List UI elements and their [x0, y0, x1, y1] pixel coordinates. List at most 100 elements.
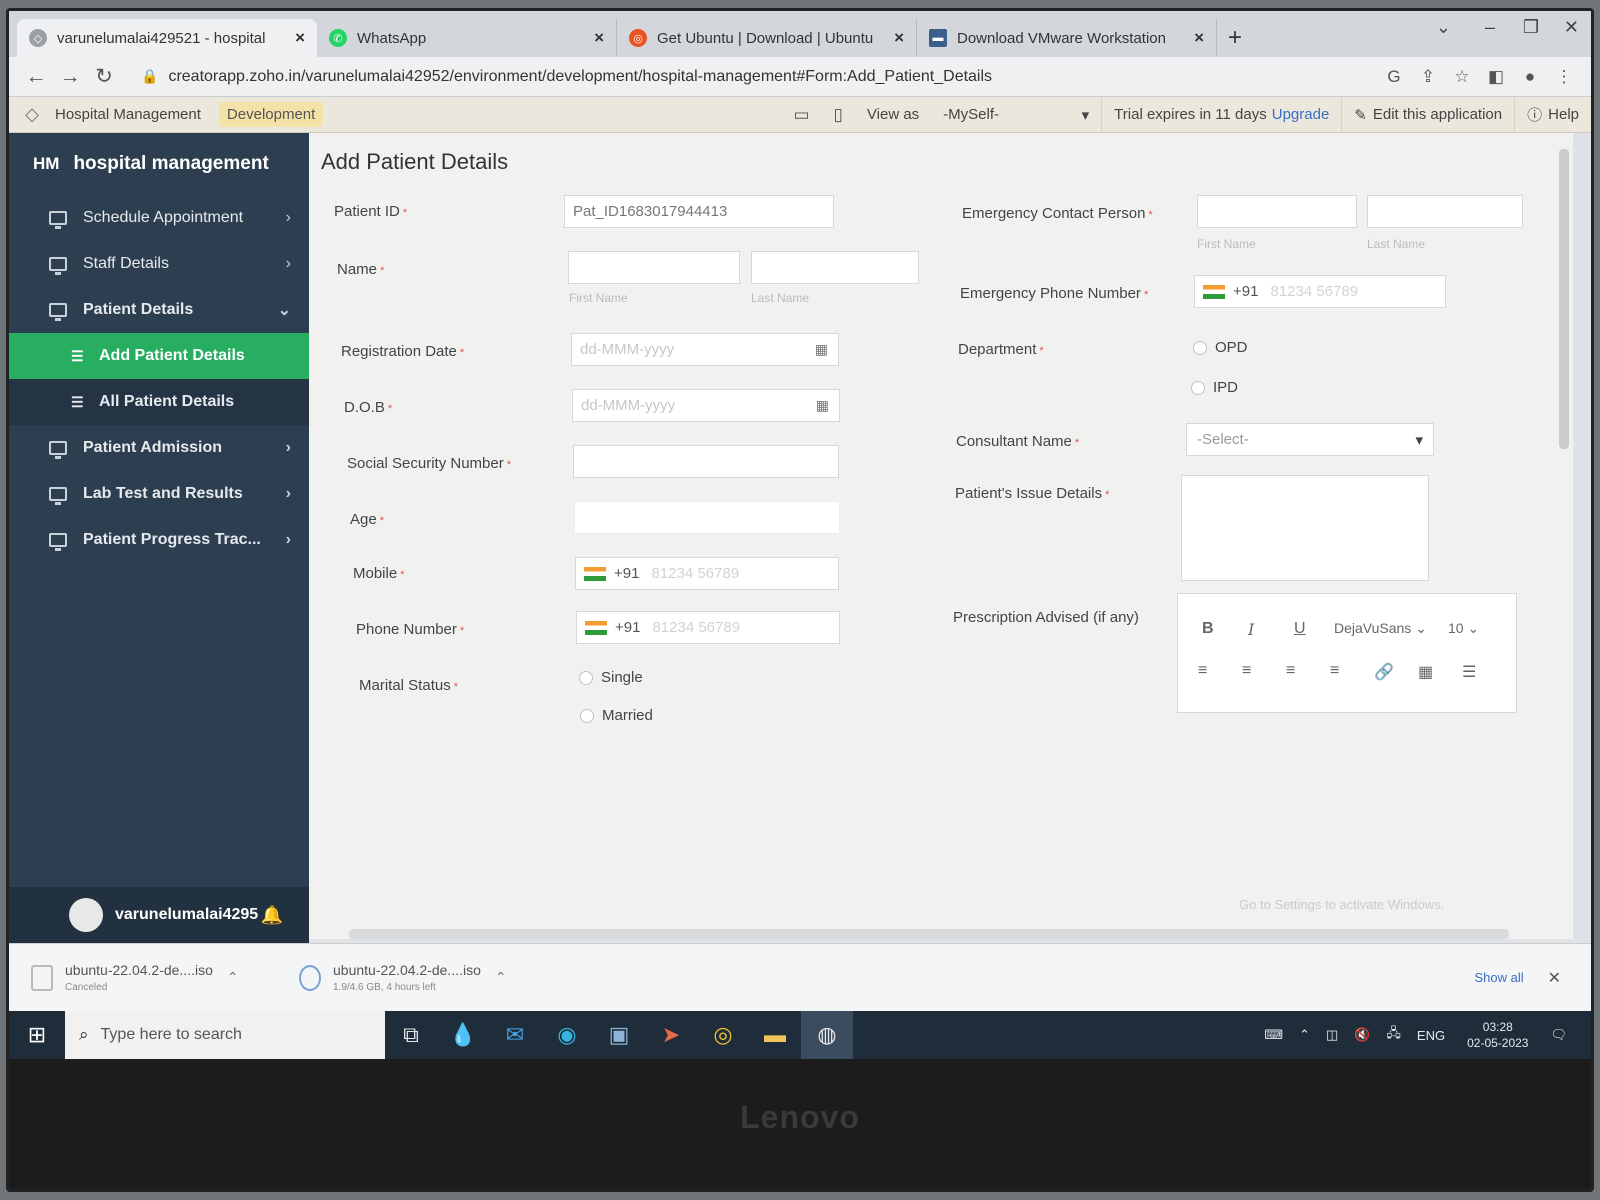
registration-date-input[interactable]: dd-MMM-yyyy ▦ — [571, 333, 839, 366]
tab-ubuntu[interactable]: ◎ Get Ubuntu | Download | Ubuntu × — [617, 19, 917, 57]
tab-vmware[interactable]: ▬ Download VMware Workstation × — [917, 19, 1217, 57]
window-close-icon[interactable]: ✕ — [1564, 17, 1579, 38]
emergency-phone-input[interactable]: +91 81234 56789 — [1194, 275, 1446, 308]
close-icon[interactable]: ✕ — [1548, 968, 1561, 988]
table-icon[interactable]: ▦ — [1418, 662, 1433, 682]
sidebar-user[interactable]: varunelumalai4295 🔔 — [9, 887, 309, 943]
notification-icon[interactable]: 🗨 — [1550, 1027, 1567, 1043]
upgrade-link[interactable]: Upgrade — [1272, 106, 1330, 123]
reload-icon[interactable]: ↻ — [87, 64, 121, 89]
help-button[interactable]: ⓘ Help — [1514, 97, 1591, 132]
sidebar-item-patient-admission[interactable]: Patient Admission › — [9, 425, 309, 471]
calendar-icon[interactable]: ▦ — [815, 341, 828, 358]
sidebar-item-patient-progress[interactable]: Patient Progress Trac... › — [9, 517, 309, 563]
issue-details-textarea[interactable] — [1181, 475, 1429, 581]
justify-icon[interactable]: ≡ — [1330, 662, 1339, 680]
tab-search-icon[interactable]: ⌄ — [1436, 17, 1451, 38]
app-icon[interactable]: ➤ — [645, 1011, 697, 1059]
active-browser-icon[interactable]: ◍ — [801, 1011, 853, 1059]
clock[interactable]: 03:28 02-05-2023 — [1467, 1019, 1528, 1051]
marital-single-radio[interactable]: Single — [579, 669, 643, 686]
mobile-input[interactable]: +91 81234 56789 — [575, 557, 839, 590]
emergency-last-name-input[interactable] — [1367, 195, 1523, 228]
sidepanel-icon[interactable]: ◧ — [1479, 67, 1513, 87]
sidebar-subitem-all-patient-details[interactable]: ☰ All Patient Details — [9, 379, 309, 425]
star-icon[interactable]: ☆ — [1445, 67, 1479, 87]
font-family-select[interactable]: DejaVuSans ⌄ — [1334, 620, 1427, 637]
marital-married-radio[interactable]: Married — [580, 707, 653, 724]
menu-icon[interactable]: ⋮ — [1547, 67, 1581, 87]
emergency-first-name-input[interactable] — [1197, 195, 1357, 228]
close-icon[interactable]: × — [295, 28, 305, 48]
sidebar-item-lab-test-results[interactable]: Lab Test and Results › — [9, 471, 309, 517]
close-icon[interactable]: × — [894, 28, 904, 48]
network-icon[interactable]: 🖧 — [1386, 1024, 1401, 1046]
font-size-select[interactable]: 10 ⌄ — [1448, 620, 1479, 637]
volume-muted-icon[interactable]: 🔇 — [1354, 1027, 1370, 1043]
download-item[interactable]: ubuntu-22.04.2-de....iso 1.9/4.6 GB, 4 h… — [299, 962, 539, 993]
folder-icon[interactable]: ▬ — [749, 1011, 801, 1059]
sidebar-header[interactable]: HM hospital management — [9, 133, 309, 195]
sidebar-subitem-add-patient-details[interactable]: ☰ Add Patient Details — [9, 333, 309, 379]
calendar-icon[interactable]: ▦ — [816, 397, 829, 414]
ssn-input[interactable] — [573, 445, 839, 478]
mail-icon[interactable]: ✉ — [489, 1011, 541, 1059]
bold-icon[interactable]: B — [1202, 620, 1214, 638]
prescription-editor[interactable]: B I U DejaVuSans ⌄ 10 ⌄ ≡ ≡ ≡ ≡ 🔗 ▦ ☰ — [1177, 593, 1517, 713]
department-ipd-radio[interactable]: IPD — [1191, 379, 1238, 396]
environment-badge[interactable]: Development — [218, 102, 324, 127]
view-as-select[interactable]: -MySelf- ▾ — [931, 97, 1101, 132]
align-left-icon[interactable]: ≡ — [1198, 662, 1207, 680]
google-icon[interactable]: G — [1377, 67, 1411, 87]
store-icon[interactable]: ▣ — [593, 1011, 645, 1059]
close-icon[interactable]: × — [1194, 28, 1204, 48]
url-field[interactable]: 🔒 creatorapp.zoho.in/varunelumalai42952/… — [131, 62, 1367, 92]
dob-input[interactable]: dd-MMM-yyyy ▦ — [572, 389, 840, 422]
chevron-up-icon[interactable]: ⌃ — [1299, 1027, 1310, 1043]
link-icon[interactable]: 🔗 — [1374, 662, 1394, 682]
app-name[interactable]: Hospital Management — [55, 106, 201, 123]
sidebar-item-patient-details[interactable]: Patient Details ⌄ — [9, 287, 309, 333]
first-name-input[interactable] — [568, 251, 740, 284]
minimize-icon[interactable]: – — [1485, 17, 1495, 38]
download-item[interactable]: ubuntu-22.04.2-de....iso Canceled ⌃ — [31, 962, 271, 993]
align-center-icon[interactable]: ≡ — [1242, 662, 1251, 680]
bullet-list-icon[interactable]: ☰ — [1462, 662, 1476, 682]
sidebar-item-schedule-appointment[interactable]: Schedule Appointment › — [9, 195, 309, 241]
italic-icon[interactable]: I — [1248, 620, 1254, 639]
last-name-input[interactable] — [751, 251, 919, 284]
share-icon[interactable]: ⇪ — [1411, 67, 1445, 87]
edit-app-button[interactable]: ✎ Edit this application — [1341, 97, 1514, 132]
forward-icon[interactable]: → — [53, 65, 87, 89]
show-all-link[interactable]: Show all — [1474, 970, 1523, 985]
consultant-select[interactable]: -Select- ▾ — [1186, 423, 1434, 456]
mobile-view-icon[interactable]: ▯ — [822, 105, 855, 125]
restore-icon[interactable]: ❐ — [1523, 17, 1539, 38]
new-tab-button[interactable]: + — [1217, 19, 1253, 57]
department-opd-radio[interactable]: OPD — [1193, 339, 1248, 356]
country-code[interactable]: +91 — [614, 565, 639, 582]
chrome-icon[interactable]: ◎ — [697, 1011, 749, 1059]
windows-start-icon[interactable]: ⊞ — [9, 1011, 65, 1059]
align-right-icon[interactable]: ≡ — [1286, 662, 1295, 680]
back-icon[interactable]: ← — [19, 65, 53, 89]
drop-app-icon[interactable]: 💧 — [437, 1011, 489, 1059]
country-code[interactable]: +91 — [615, 619, 640, 636]
task-view-icon[interactable]: ⧉ — [385, 1011, 437, 1059]
taskbar-search[interactable]: ⌕ Type here to search — [65, 1011, 385, 1059]
chevron-up-icon[interactable]: ⌃ — [227, 969, 239, 986]
bell-icon[interactable]: 🔔 — [261, 905, 283, 926]
sidebar-item-staff-details[interactable]: Staff Details › — [9, 241, 309, 287]
keyboard-icon[interactable]: ⌨ — [1264, 1027, 1283, 1043]
underline-icon[interactable]: U — [1294, 620, 1306, 638]
tab-whatsapp[interactable]: ✆ WhatsApp × — [317, 19, 617, 57]
edge-icon[interactable]: ◉ — [541, 1011, 593, 1059]
country-code[interactable]: +91 — [1233, 283, 1258, 300]
vertical-scrollbar[interactable] — [1559, 149, 1569, 449]
chevron-up-icon[interactable]: ⌃ — [495, 969, 507, 986]
profile-icon[interactable]: ● — [1513, 67, 1547, 87]
tab-hospital[interactable]: ◇ varunelumalai429521 - hospital × — [17, 19, 317, 57]
age-input[interactable] — [574, 501, 840, 534]
patient-id-field[interactable]: Pat_ID1683017944413 — [564, 195, 834, 228]
creator-logo-icon[interactable]: ◇ — [9, 104, 55, 125]
